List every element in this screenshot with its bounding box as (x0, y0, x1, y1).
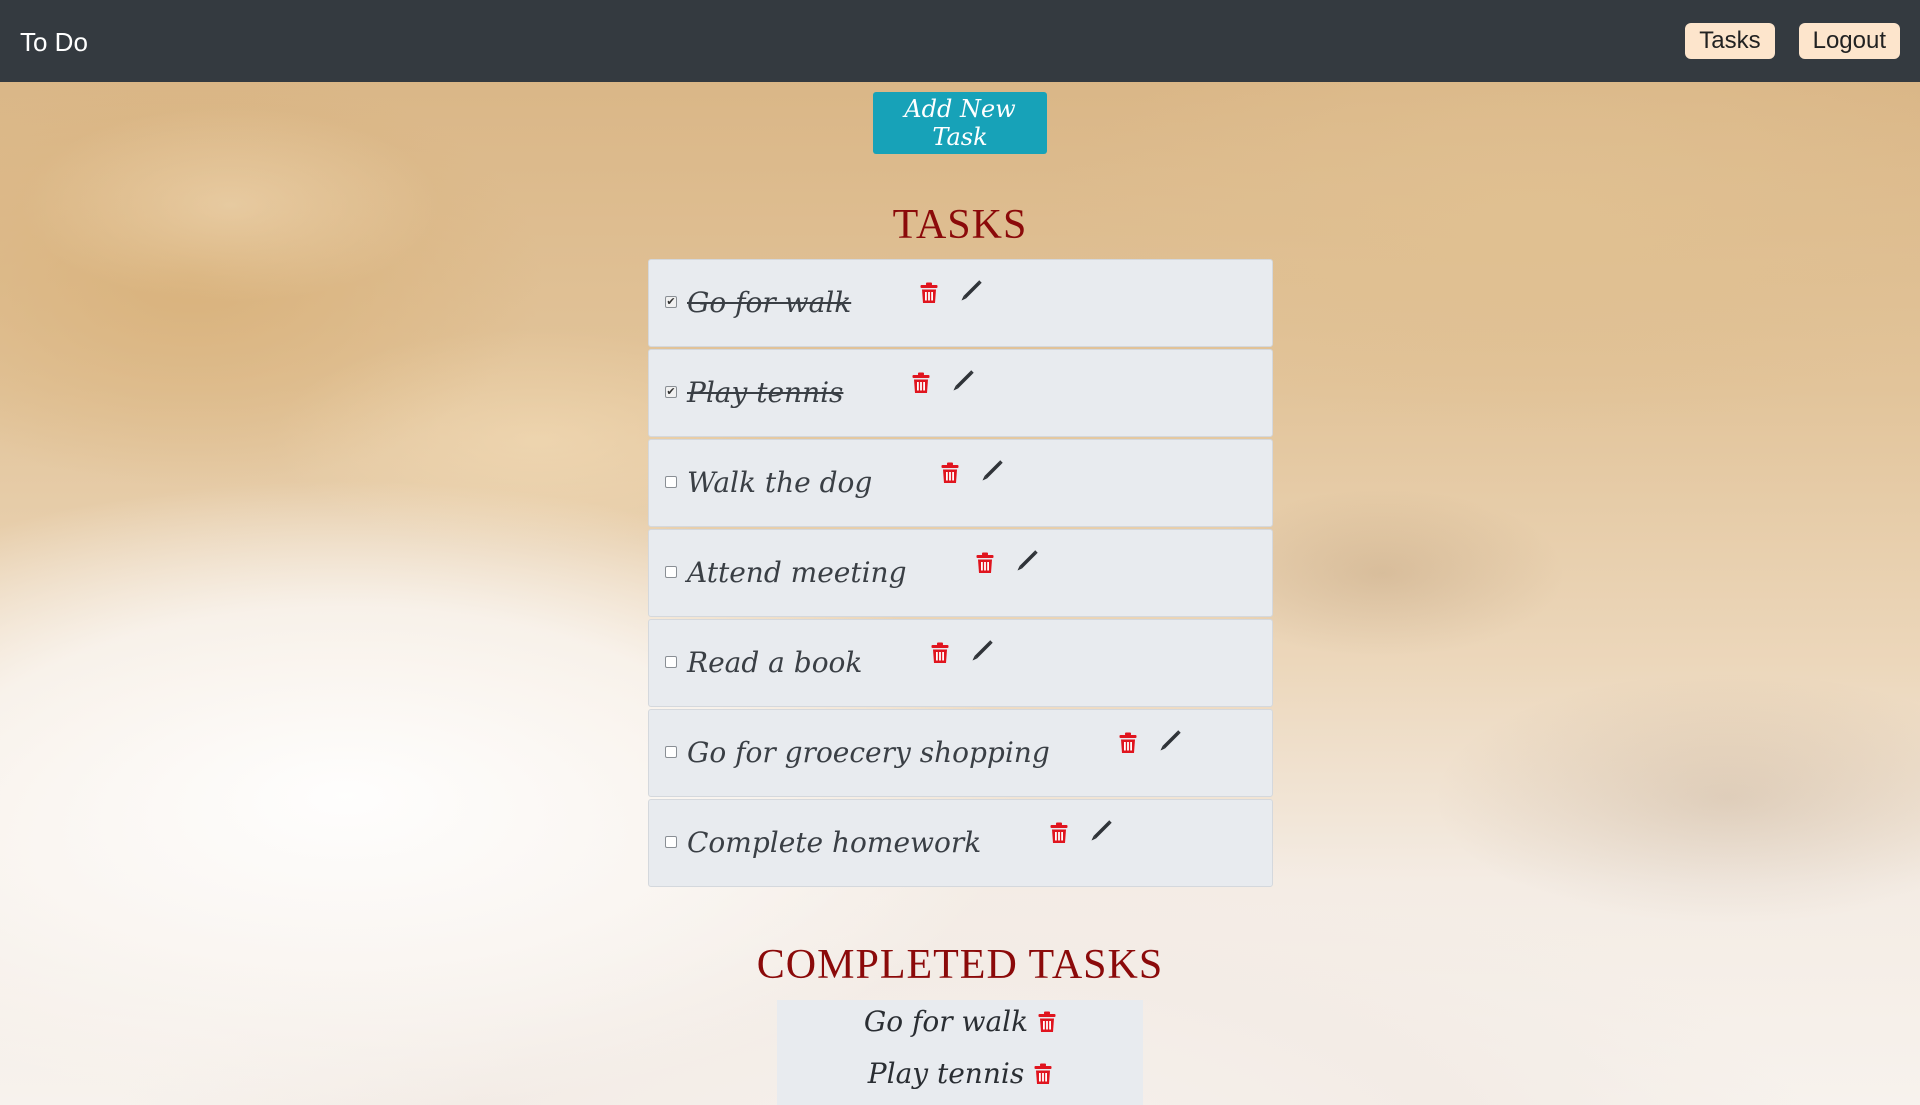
task-label: Play tennis (687, 376, 844, 409)
task-label: Go for walk (687, 286, 852, 319)
task-row: ✔ Play tennis (648, 349, 1273, 437)
completed-item: Play tennis (777, 1057, 1143, 1090)
tasks-heading: TASKS (892, 202, 1028, 248)
pencil-icon[interactable] (951, 368, 975, 394)
pencil-icon[interactable] (1089, 818, 1113, 844)
task-row: Read a book (648, 619, 1273, 707)
completed-task-label: Go for walk (863, 1005, 1029, 1038)
pencil-icon[interactable] (959, 278, 983, 304)
trash-icon[interactable] (1034, 1063, 1052, 1085)
task-checkbox[interactable]: ✔ (665, 386, 677, 398)
pencil-icon[interactable] (1015, 548, 1039, 574)
trash-icon[interactable] (973, 550, 997, 576)
task-checkbox[interactable] (665, 566, 677, 578)
task-label: Walk the dog (687, 466, 873, 499)
trash-icon[interactable] (909, 370, 933, 396)
task-row: Walk the dog (648, 439, 1273, 527)
completed-item: Go for walk (777, 1005, 1143, 1038)
trash-icon[interactable] (1038, 1011, 1056, 1033)
task-checkbox[interactable] (665, 476, 677, 488)
completed-task-label: Play tennis (867, 1057, 1025, 1090)
add-new-task-button[interactable]: Add New Task (873, 92, 1047, 154)
completed-task-list: Go for walk Play tennis (777, 1000, 1143, 1105)
logout-button[interactable]: Logout (1798, 23, 1900, 59)
trash-icon[interactable] (917, 280, 941, 306)
navbar: To Do Tasks Logout (0, 0, 1920, 82)
task-row: ✔ Go for walk (648, 259, 1273, 347)
trash-icon[interactable] (1047, 820, 1071, 846)
pencil-icon[interactable] (980, 458, 1004, 484)
task-label: Complete homework (687, 826, 982, 859)
trash-icon[interactable] (938, 460, 962, 486)
task-label: Go for groecery shopping (687, 736, 1050, 769)
task-row: Complete homework (648, 799, 1273, 887)
brand-title[interactable]: To Do (20, 27, 88, 58)
trash-icon[interactable] (1116, 730, 1140, 756)
task-label: Read a book (687, 646, 863, 679)
tasks-nav-button[interactable]: Tasks (1685, 23, 1775, 59)
pencil-icon[interactable] (1158, 728, 1182, 754)
task-checkbox[interactable] (665, 656, 677, 668)
task-row: Attend meeting (648, 529, 1273, 617)
task-checkbox[interactable] (665, 836, 677, 848)
pencil-icon[interactable] (970, 638, 994, 664)
task-checkbox[interactable] (665, 746, 677, 758)
task-label: Attend meeting (687, 556, 907, 589)
task-checkbox[interactable]: ✔ (665, 296, 677, 308)
completed-tasks-heading: COMPLETED TASKS (756, 942, 1164, 988)
task-row: Go for groecery shopping (648, 709, 1273, 797)
task-list: ✔ Go for walk ✔ Play tennis Walk the dog Atte… (648, 259, 1273, 889)
nav-buttons: Tasks Logout (1685, 23, 1900, 59)
trash-icon[interactable] (928, 640, 952, 666)
